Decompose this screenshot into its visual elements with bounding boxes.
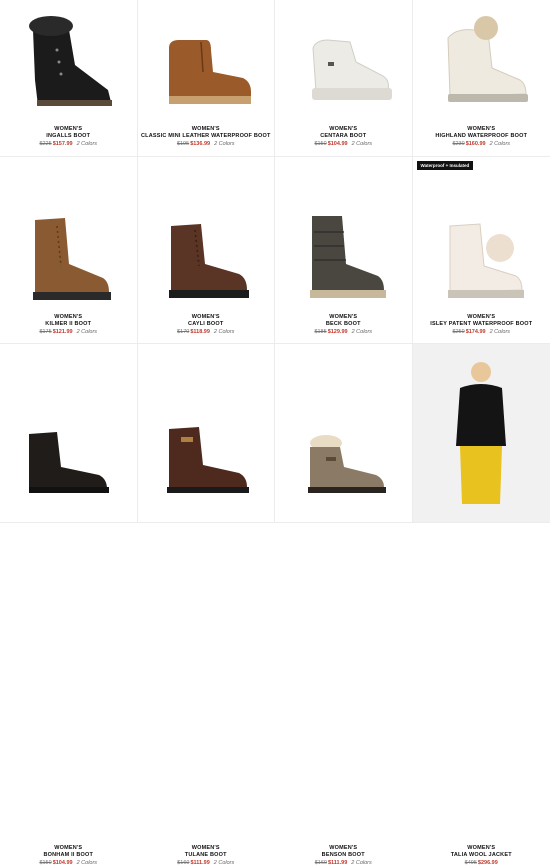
product-name[interactable]: TULANE BOOT: [138, 852, 275, 859]
product-card[interactable]: WOMEN'S BONHAM II BOOT $150$104.992 Colo…: [0, 344, 138, 523]
product-price: $160$111.99 2 Colors: [275, 859, 412, 867]
color-count[interactable]: 2 Colors: [77, 329, 97, 335]
product-price: $230$160.99 2 Colors: [413, 140, 550, 148]
sale-price: $111.99: [328, 860, 347, 866]
product-price: $150$104.99 2 Colors: [275, 140, 412, 148]
boot-icon[interactable]: [421, 6, 543, 114]
sale-price: $174.99: [466, 329, 486, 335]
boot-icon[interactable]: [146, 354, 267, 504]
sale-price: $296.99: [478, 860, 498, 866]
product-card[interactable]: WOMEN'S TALIA WOOL JACKET $495$296.99: [413, 344, 550, 523]
color-count[interactable]: 2 Colors: [352, 141, 372, 147]
product-card[interactable]: WOMEN'S CLASSIC MINI LEATHER WATERPROOF …: [138, 0, 276, 157]
product-price: $150$104.99 2 Colors: [0, 859, 137, 867]
product-price: $495$296.99: [413, 859, 550, 867]
product-info: WOMEN'S KILMER II BOOT $175$121.992 Colo…: [0, 314, 137, 336]
product-price: $160$111.99 2 Colors: [138, 859, 275, 867]
product-info: WOMEN'S ISLEY PATENT WATERPROOF BOOT $25…: [413, 314, 550, 336]
sale-price: $129.99: [328, 329, 348, 335]
color-count[interactable]: 2 Colors: [214, 860, 234, 866]
product-price: $225$157.99 2 Colors: [0, 140, 137, 148]
product-card[interactable]: WOMEN'S BECK BOOT $185$129.992 Colors: [275, 157, 413, 344]
product-name[interactable]: BECK BOOT: [275, 321, 412, 328]
product-info: WOMEN'S INGALLS BOOT $225$157.992 Colors: [0, 126, 137, 148]
original-price: $150: [39, 860, 51, 866]
product-name[interactable]: TALIA WOOL JACKET: [413, 852, 550, 859]
product-info: WOMEN'S CENTARA BOOT $150$104.992 Colors: [275, 126, 412, 148]
original-price: $195: [177, 141, 189, 147]
color-count[interactable]: 2 Colors: [490, 141, 510, 147]
product-grid: WOMEN'S INGALLS BOOT $225$157.992 Colors…: [0, 0, 550, 523]
original-price: $160: [315, 860, 327, 866]
product-name[interactable]: BENSON BOOT: [275, 852, 412, 859]
product-name[interactable]: HIGHLAND WATERPROOF BOOT: [413, 133, 550, 140]
color-count[interactable]: 2 Colors: [352, 329, 372, 335]
product-price: $175$121.99 2 Colors: [0, 328, 137, 336]
product-name[interactable]: CAYLI BOOT: [138, 321, 275, 328]
feature-badge: Waterproof + Insulated: [417, 161, 474, 170]
product-info: WOMEN'S TALIA WOOL JACKET $495$296.99: [413, 845, 550, 867]
sale-price: $136.99: [190, 141, 210, 147]
original-price: $150: [314, 141, 326, 147]
boot-icon[interactable]: [421, 202, 543, 310]
jacket-icon[interactable]: [421, 354, 543, 504]
original-price: $495: [465, 860, 477, 866]
product-card[interactable]: WOMEN'S INGALLS BOOT $225$157.992 Colors: [0, 0, 138, 157]
product-card[interactable]: WOMEN'S KILMER II BOOT $175$121.992 Colo…: [0, 157, 138, 344]
product-info: WOMEN'S BONHAM II BOOT $150$104.992 Colo…: [0, 845, 137, 867]
original-price: $170: [177, 329, 189, 335]
boot-icon[interactable]: [8, 354, 129, 504]
product-info: WOMEN'S BENSON BOOT $160$111.992 Colors: [275, 845, 412, 867]
product-card[interactable]: WOMEN'S HIGHLAND WATERPROOF BOOT $230$16…: [413, 0, 550, 157]
product-price: $250$174.99 2 Colors: [413, 328, 550, 336]
boot-icon[interactable]: [283, 202, 404, 310]
product-price: $170$118.99 2 Colors: [138, 328, 275, 336]
boot-icon[interactable]: [146, 6, 267, 114]
sale-price: $111.99: [190, 860, 209, 866]
sale-price: $104.99: [53, 860, 73, 866]
original-price: $175: [39, 329, 51, 335]
color-count[interactable]: 2 Colors: [214, 329, 234, 335]
sale-price: $104.99: [328, 141, 348, 147]
color-count[interactable]: 2 Colors: [490, 329, 510, 335]
product-info: WOMEN'S CAYLI BOOT $170$118.992 Colors: [138, 314, 275, 336]
product-info: WOMEN'S TULANE BOOT $160$111.992 Colors: [138, 845, 275, 867]
product-card[interactable]: Waterproof + Insulated WOMEN'S ISLEY PAT…: [413, 157, 550, 344]
boot-icon[interactable]: [8, 6, 129, 114]
boot-icon[interactable]: [283, 354, 404, 504]
color-count[interactable]: 2 Colors: [77, 860, 97, 866]
product-name[interactable]: CENTARA BOOT: [275, 133, 412, 140]
original-price: $230: [452, 141, 464, 147]
boot-icon[interactable]: [146, 202, 267, 310]
product-name[interactable]: BONHAM II BOOT: [0, 852, 137, 859]
product-info: WOMEN'S BECK BOOT $185$129.992 Colors: [275, 314, 412, 336]
boot-icon[interactable]: [8, 202, 129, 310]
color-count[interactable]: 2 Colors: [214, 141, 234, 147]
boot-icon[interactable]: [283, 6, 404, 114]
color-count[interactable]: 2 Colors: [351, 860, 371, 866]
sale-price: $157.99: [53, 141, 73, 147]
product-card[interactable]: WOMEN'S CENTARA BOOT $150$104.992 Colors: [275, 0, 413, 157]
color-count[interactable]: 2 Colors: [77, 141, 97, 147]
product-name[interactable]: ISLEY PATENT WATERPROOF BOOT: [413, 321, 550, 328]
original-price: $250: [452, 329, 464, 335]
sale-price: $118.99: [190, 329, 210, 335]
sale-price: $160.99: [466, 141, 486, 147]
original-price: $160: [177, 860, 189, 866]
original-price: $185: [314, 329, 326, 335]
product-info: WOMEN'S CLASSIC MINI LEATHER WATERPROOF …: [138, 126, 275, 148]
product-card[interactable]: WOMEN'S BENSON BOOT $160$111.992 Colors: [275, 344, 413, 523]
product-card[interactable]: WOMEN'S TULANE BOOT $160$111.992 Colors: [138, 344, 276, 523]
product-info: WOMEN'S HIGHLAND WATERPROOF BOOT $230$16…: [413, 126, 550, 148]
product-price: $195$136.99 2 Colors: [138, 140, 275, 148]
product-name[interactable]: INGALLS BOOT: [0, 133, 137, 140]
product-name[interactable]: KILMER II BOOT: [0, 321, 137, 328]
product-name[interactable]: CLASSIC MINI LEATHER WATERPROOF BOOT: [138, 133, 275, 140]
original-price: $225: [39, 141, 51, 147]
product-card[interactable]: WOMEN'S CAYLI BOOT $170$118.992 Colors: [138, 157, 276, 344]
sale-price: $121.99: [53, 329, 73, 335]
product-price: $185$129.99 2 Colors: [275, 328, 412, 336]
